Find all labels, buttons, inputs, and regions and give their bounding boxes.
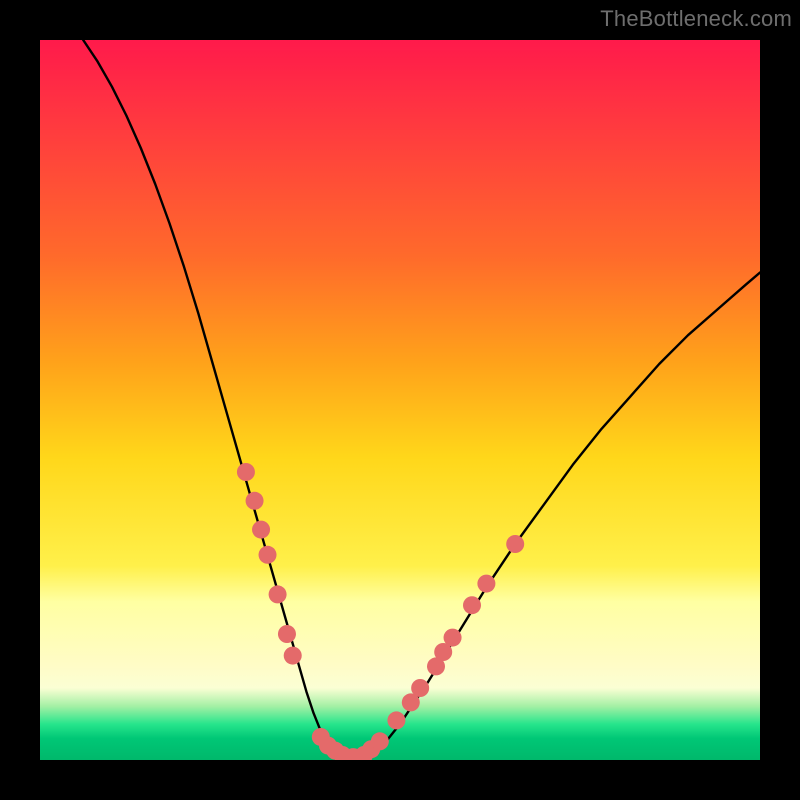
marker-layer [237, 463, 524, 760]
plot-area [40, 40, 760, 760]
points-left [269, 585, 287, 603]
bottleneck-curve [83, 40, 760, 759]
chart-frame: TheBottleneck.com [0, 0, 800, 800]
points-left [252, 521, 270, 539]
points-right [463, 596, 481, 614]
points-left [259, 546, 277, 564]
points-right [477, 575, 495, 593]
points-right [411, 679, 429, 697]
points-left [284, 647, 302, 665]
points-left [237, 463, 255, 481]
points-left [246, 492, 264, 510]
points-left [278, 625, 296, 643]
curve-layer [40, 40, 760, 760]
points-bottom [371, 732, 389, 750]
points-right [444, 629, 462, 647]
watermark-text: TheBottleneck.com [600, 6, 792, 32]
points-right [506, 535, 524, 553]
points-right [387, 711, 405, 729]
